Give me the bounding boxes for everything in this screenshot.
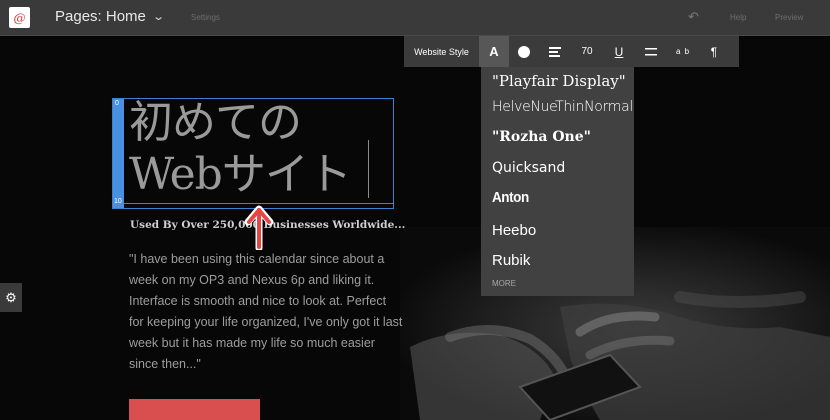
cta-button[interactable] — [129, 399, 260, 420]
color-circle-icon — [518, 45, 530, 58]
align-button[interactable] — [539, 36, 571, 67]
annotation-arrow-icon — [244, 205, 274, 250]
logo-icon: @ — [13, 10, 26, 25]
text-style-toolbar: Website Style A 70 U a b ¶ — [404, 36, 739, 67]
page-selector[interactable]: Pages: Home ⌄ — [55, 8, 165, 25]
font-option[interactable]: "Rozha One" — [492, 129, 591, 145]
font-family-button[interactable]: A — [479, 36, 509, 67]
help-link[interactable]: Help — [730, 13, 746, 22]
preview-link[interactable]: Preview — [775, 13, 803, 22]
testimonial-quote[interactable]: "I have been using this calendar since a… — [129, 249, 404, 375]
gear-icon[interactable]: ⚙ — [0, 283, 22, 312]
underline-button[interactable]: U — [603, 36, 635, 67]
font-option[interactable]: Anton — [492, 189, 529, 206]
font-option[interactable]: "Playfair Display" — [492, 72, 626, 90]
font-dropdown: "Playfair Display" HelveNueThinNormal "R… — [481, 67, 634, 296]
paragraph-button[interactable]: ¶ — [699, 36, 729, 67]
website-style-button[interactable]: Website Style — [404, 36, 479, 67]
font-option[interactable]: Rubik — [492, 252, 530, 269]
app-logo[interactable]: @ — [9, 7, 30, 28]
settings-link[interactable]: Settings — [191, 13, 220, 22]
undo-icon[interactable]: ↶ — [688, 9, 699, 25]
letter-spacing-button[interactable]: a b — [667, 36, 699, 67]
font-option[interactable]: Quicksand — [492, 160, 565, 176]
top-bar: @ Pages: Home ⌄ Settings ↶ Help Preview — [0, 0, 830, 36]
heading-line-1: 初めての — [129, 97, 302, 148]
font-option[interactable]: HelveNueThinNormal — [492, 99, 633, 115]
heading-line-2: Webサイト — [129, 149, 352, 200]
text-caret — [368, 140, 369, 198]
font-option[interactable]: Heebo — [492, 222, 536, 239]
strikethrough-button[interactable] — [635, 36, 667, 67]
text-color-button[interactable] — [509, 36, 539, 67]
page-selector-label: Pages: Home — [55, 8, 146, 25]
more-fonts-link[interactable]: MORE — [492, 279, 516, 288]
font-size-button[interactable]: 70 — [571, 36, 603, 67]
editor-canvas — [0, 37, 830, 420]
page-heading[interactable]: 初めての Webサイト — [129, 97, 352, 201]
chevron-down-icon: ⌄ — [152, 11, 165, 23]
align-left-icon — [549, 46, 561, 57]
strikethrough-icon — [645, 47, 657, 55]
